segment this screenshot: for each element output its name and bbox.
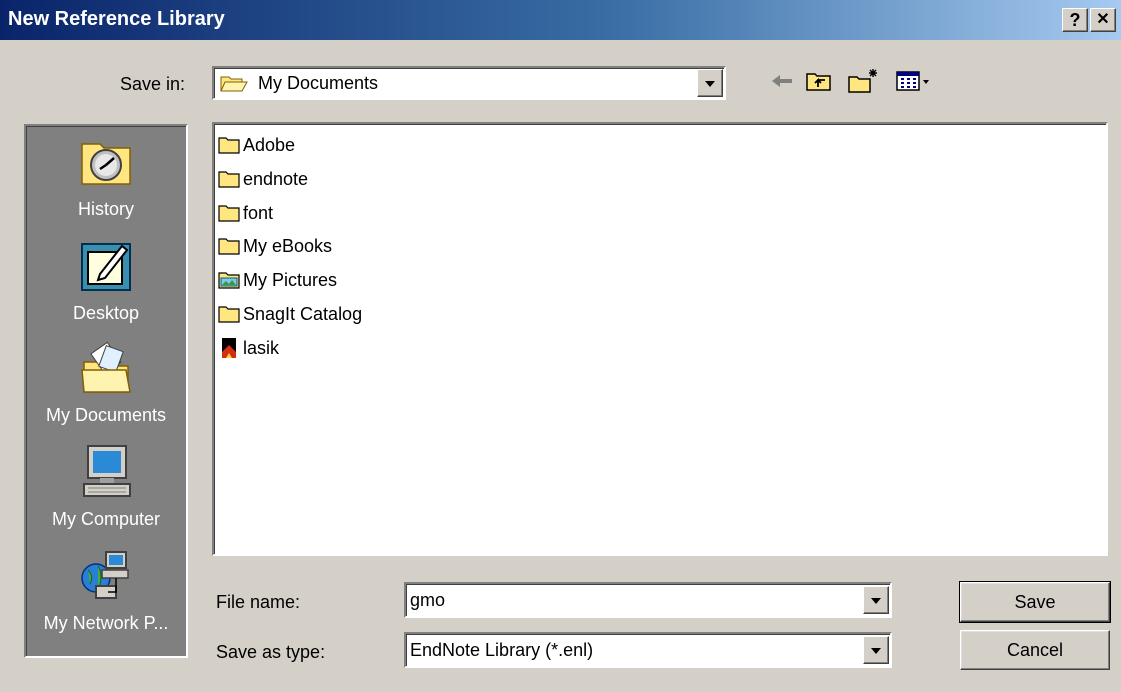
- file-name-text: font: [243, 202, 274, 223]
- folder-icon: [218, 171, 240, 188]
- save-in-label: Save in:: [120, 74, 186, 94]
- places-label-desktop: Desktop: [72, 303, 140, 323]
- places-item-my-network-places[interactable]: My Network P...: [26, 548, 186, 634]
- close-button[interactable]: ✕: [1090, 8, 1116, 32]
- folder-icon: [218, 137, 240, 154]
- places-label-my-documents: My Documents: [45, 405, 167, 425]
- folder-open-icon: [220, 76, 248, 92]
- file-name-text: lasik: [243, 337, 280, 358]
- save-button[interactable]: Save: [959, 581, 1111, 623]
- help-button[interactable]: ?: [1062, 8, 1088, 32]
- save-as-type-label: Save as type:: [216, 642, 326, 662]
- view-menu-icon[interactable]: [894, 66, 934, 96]
- places-item-my-computer[interactable]: My Computer: [26, 444, 186, 530]
- file-name-field[interactable]: gmo: [404, 582, 892, 618]
- list-item[interactable]: My Pictures: [218, 265, 337, 295]
- file-name-text: My eBooks: [243, 235, 333, 256]
- places-item-desktop[interactable]: Desktop: [26, 238, 186, 324]
- my-network-places-icon: [81, 551, 129, 599]
- file-list[interactable]: Adobe endnote font My eBooks My Pictures…: [212, 122, 1108, 556]
- places-bar: History Desktop My Documents My Computer: [24, 124, 188, 658]
- folder-icon: [218, 205, 240, 222]
- file-name-label: File name:: [216, 592, 301, 612]
- file-name-text: Adobe: [243, 134, 296, 155]
- file-name-text: endnote: [243, 168, 309, 189]
- places-item-my-documents[interactable]: My Documents: [26, 340, 186, 426]
- list-item[interactable]: font: [218, 198, 273, 228]
- file-name-text: My Pictures: [243, 269, 338, 290]
- cancel-button[interactable]: Cancel: [960, 630, 1110, 670]
- endnote-library-icon: [222, 338, 236, 358]
- pictures-folder-icon: [218, 272, 240, 289]
- list-item[interactable]: endnote: [218, 164, 308, 194]
- save-in-value: My Documents: [258, 73, 379, 93]
- up-folder-icon[interactable]: [804, 66, 834, 96]
- save-in-dropdown-button[interactable]: [697, 69, 723, 97]
- places-label-my-computer: My Computer: [51, 509, 161, 529]
- save-in-combobox[interactable]: My Documents: [212, 66, 726, 100]
- title-bar[interactable]: New Reference Library ? ✕: [0, 0, 1121, 40]
- places-label-history: History: [77, 199, 134, 219]
- history-icon: [81, 143, 131, 185]
- back-arrow-icon[interactable]: [768, 66, 796, 96]
- save-as-type-combobox[interactable]: EndNote Library (*.enl): [404, 632, 892, 668]
- list-item[interactable]: My eBooks: [218, 231, 332, 261]
- save-as-type-dropdown-button[interactable]: [863, 636, 889, 664]
- folder-icon: [218, 238, 240, 255]
- file-name-value[interactable]: gmo: [410, 590, 445, 611]
- places-item-history[interactable]: History: [26, 134, 186, 220]
- my-computer-icon: [83, 445, 131, 497]
- desktop-icon: [81, 243, 131, 291]
- places-label-my-network-places: My Network P...: [43, 613, 169, 633]
- new-folder-icon[interactable]: [846, 66, 880, 96]
- list-item[interactable]: Adobe: [218, 130, 295, 160]
- my-documents-icon: [81, 341, 131, 393]
- folder-icon: [218, 306, 240, 323]
- window-title: New Reference Library: [8, 8, 225, 30]
- file-name-text: SnagIt Catalog: [243, 303, 363, 324]
- save-as-type-value: EndNote Library (*.enl): [410, 640, 594, 660]
- list-item[interactable]: SnagIt Catalog: [218, 299, 362, 329]
- list-item[interactable]: lasik: [218, 333, 279, 363]
- file-name-dropdown-button[interactable]: [863, 586, 889, 614]
